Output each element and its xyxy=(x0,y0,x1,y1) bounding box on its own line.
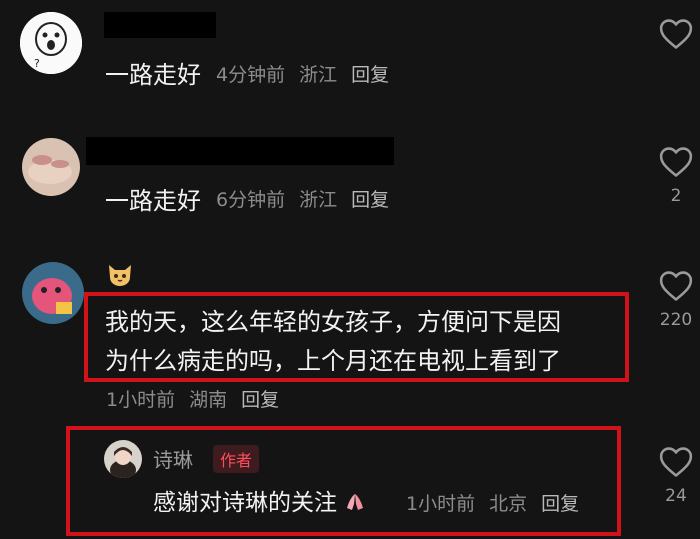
cat-emoji-icon xyxy=(106,261,134,287)
like-count: 24 xyxy=(665,486,687,506)
like-count: 2 xyxy=(670,186,682,206)
comment-text-line1: 我的天，这么年轻的女孩子，方便问下是因 xyxy=(105,308,561,336)
reply-button[interactable]: 回复 xyxy=(241,389,279,411)
hand-photo-icon xyxy=(22,138,80,196)
meme-face-icon: ? xyxy=(20,12,82,74)
avatar[interactable] xyxy=(22,262,84,324)
highlight-box xyxy=(66,426,621,536)
comment-location: 北京 xyxy=(489,493,528,515)
comment-time: 4分钟前 xyxy=(216,64,286,86)
avatar[interactable]: ? xyxy=(20,12,82,74)
reply-button[interactable]: 回复 xyxy=(351,189,389,211)
author-badge: 作者 xyxy=(213,445,260,473)
author-photo-icon xyxy=(104,440,142,478)
like-button[interactable]: 220 xyxy=(656,270,696,330)
comment-location: 浙江 xyxy=(299,189,338,211)
like-button[interactable]: 2 xyxy=(656,146,696,206)
comment-time: 1小时前 xyxy=(106,389,176,411)
author-avatar[interactable] xyxy=(104,440,142,478)
reply-button[interactable]: 回复 xyxy=(351,64,389,86)
comment-meta: 4分钟前 浙江 回复 xyxy=(216,60,403,87)
heart-icon xyxy=(659,447,693,477)
comment-text: 一路走好 xyxy=(105,187,201,215)
comment-location: 湖南 xyxy=(189,389,228,411)
comment-location: 浙江 xyxy=(299,64,338,86)
author-reply-body: 感谢对诗琳的关注 xyxy=(153,490,337,516)
comment-time: 1小时前 xyxy=(406,493,476,515)
redacted-username xyxy=(104,12,216,38)
comment-time: 6分钟前 xyxy=(216,189,286,211)
comment-meta: 1小时前 北京 回复 xyxy=(406,489,593,516)
like-button[interactable]: 24 xyxy=(656,446,696,506)
like-count: 220 xyxy=(659,310,693,330)
svg-text:?: ? xyxy=(34,57,40,70)
author-reply-text: 感谢对诗琳的关注 xyxy=(153,483,366,517)
avatar[interactable] xyxy=(22,138,80,196)
redacted-username xyxy=(86,137,394,165)
reply-button[interactable]: 回复 xyxy=(541,493,579,515)
comment-list: ? 一路走好 4分钟前 浙江 回复 一路走好 6分钟前 浙江 回复 2 我的天，… xyxy=(0,0,700,539)
comment-meta: 1小时前 湖南 回复 xyxy=(106,385,293,412)
heart-icon xyxy=(659,19,693,49)
heart-icon xyxy=(659,147,693,177)
pray-hands-emoji-icon xyxy=(344,492,366,512)
comment-text-line2: 为什么病走的吗，上个月还在电视上看到了 xyxy=(105,347,561,375)
pink-toy-photo-icon xyxy=(22,262,84,324)
heart-icon xyxy=(659,271,693,301)
author-name[interactable]: 诗琳 xyxy=(153,444,193,473)
comment-text: 一路走好 xyxy=(105,61,201,89)
comment-meta: 6分钟前 浙江 回复 xyxy=(216,185,403,212)
like-button[interactable] xyxy=(656,18,696,50)
